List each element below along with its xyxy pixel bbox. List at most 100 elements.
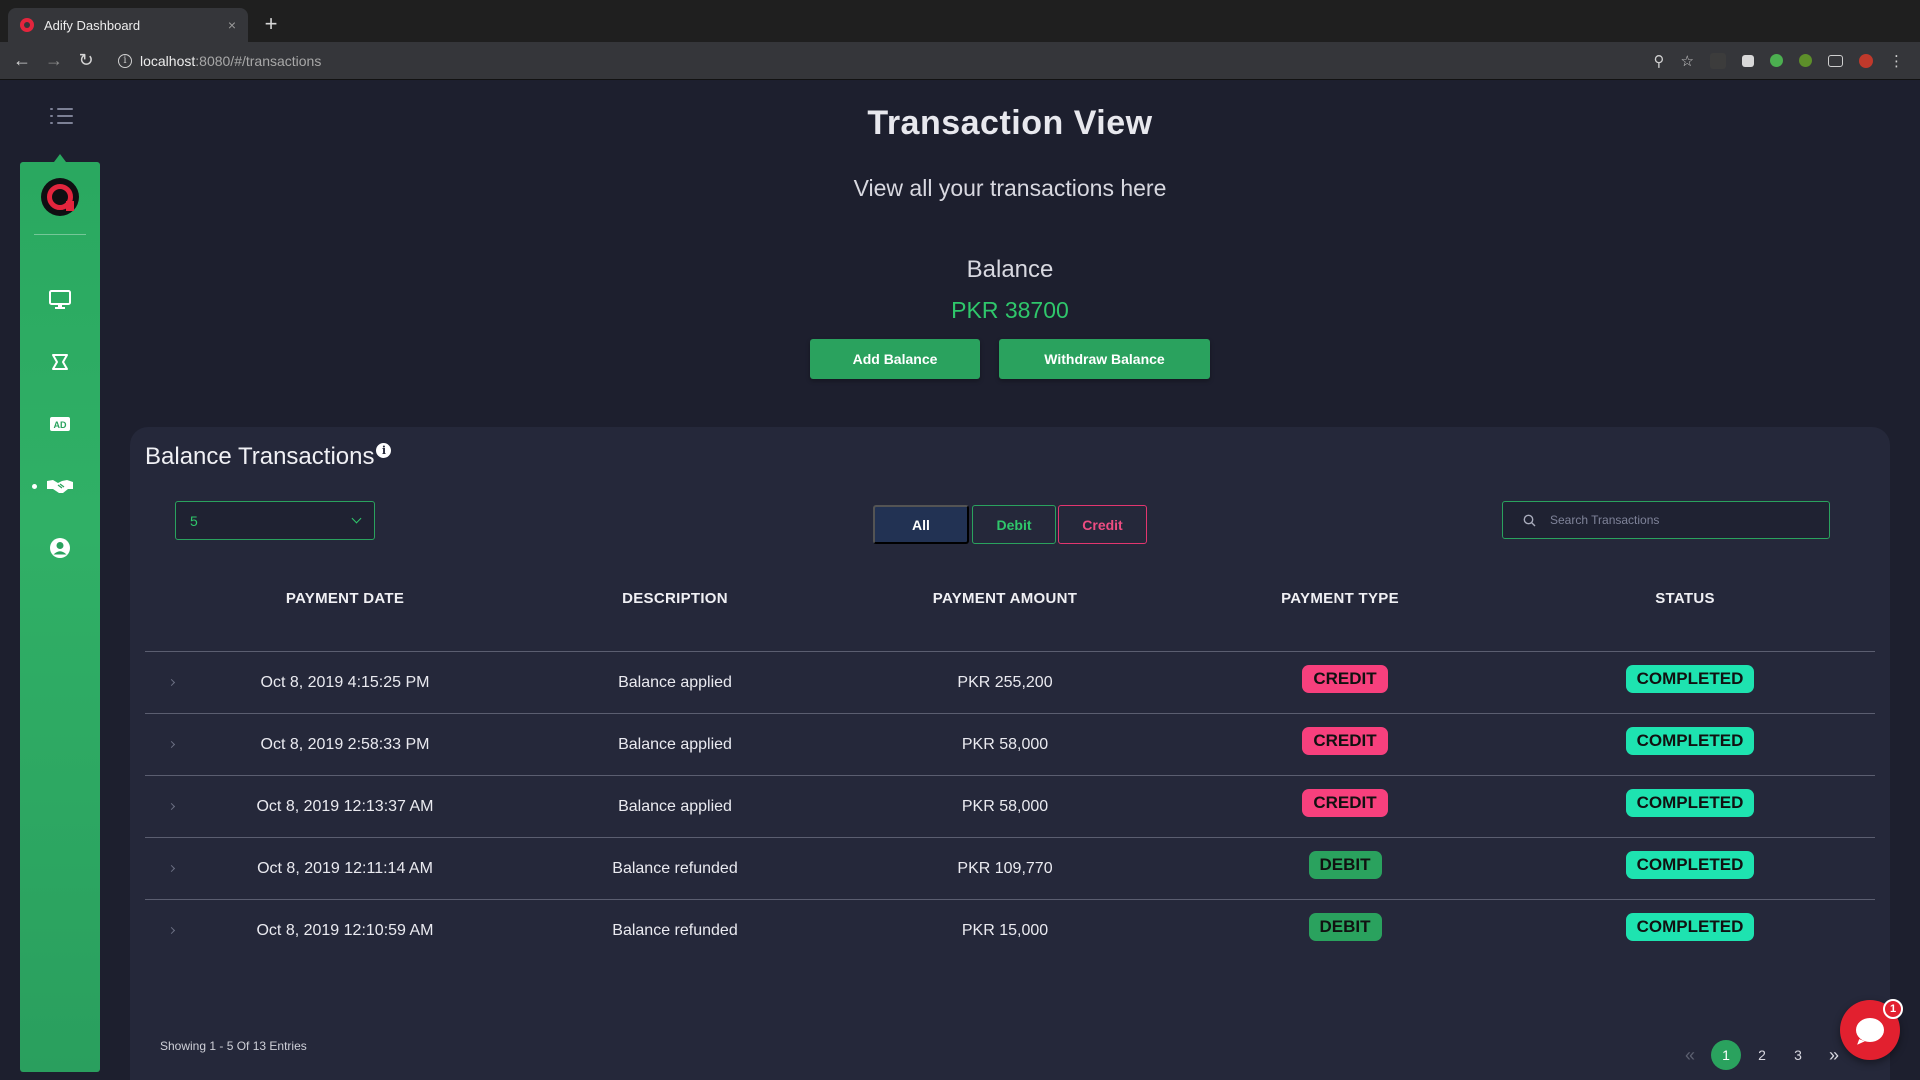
table-row[interactable]: Oct 8, 2019 2:58:33 PM Balance applied P… <box>145 714 1875 776</box>
cell-payment-amount: PKR 58,000 <box>961 798 1049 815</box>
status-badge: COMPLETED <box>1625 727 1755 755</box>
user-circle-icon <box>50 538 70 558</box>
cell-payment-date: Oct 8, 2019 12:13:37 AM <box>256 798 434 815</box>
adify-logo[interactable] <box>41 178 79 216</box>
filter-debit-button[interactable]: Debit <box>972 505 1056 544</box>
new-tab-button[interactable]: + <box>258 12 284 38</box>
page-size-select[interactable]: 5 <box>175 501 375 540</box>
withdraw-balance-button[interactable]: Withdraw Balance <box>999 339 1210 379</box>
cell-payment-amount: PKR 15,000 <box>961 922 1049 939</box>
star-icon[interactable]: ☆ <box>1681 52 1694 70</box>
status-badge: COMPLETED <box>1625 913 1755 941</box>
sidebar: AD <box>20 154 100 1072</box>
extension-icon[interactable] <box>1742 54 1754 67</box>
table-row[interactable]: Oct 8, 2019 12:10:59 AM Balance refunded… <box>145 900 1875 962</box>
column-header-payment-amount[interactable]: PAYMENT AMOUNT <box>855 590 1155 607</box>
page-title: Transaction View <box>867 104 1153 142</box>
svg-text:AD: AD <box>54 420 67 430</box>
key-icon[interactable]: ⚲ <box>1654 52 1665 70</box>
card-title: Balance Transactions i <box>145 443 392 471</box>
balance-label: Balance <box>966 256 1054 283</box>
extension-icon[interactable] <box>1799 54 1812 67</box>
cell-payment-amount: PKR 109,770 <box>957 860 1053 877</box>
url-path: :8080/#/transactions <box>195 52 322 69</box>
table-row[interactable]: Oct 8, 2019 12:13:37 AM Balance applied … <box>145 776 1875 838</box>
chevron-down-icon <box>351 513 362 524</box>
search-box <box>1502 501 1830 539</box>
toolbar-actions: ⚲ ☆ ⋮ <box>1654 52 1920 70</box>
table-row[interactable]: Oct 8, 2019 12:11:14 AM Balance refunded… <box>145 838 1875 900</box>
profile-extension-icon[interactable] <box>1859 53 1873 68</box>
browser-tab[interactable]: Adify Dashboard × <box>8 8 248 42</box>
pagination-page-2[interactable]: 2 <box>1747 1040 1777 1070</box>
cast-icon[interactable] <box>1828 54 1843 67</box>
sidebar-item-dashboard[interactable] <box>20 280 100 320</box>
handshake-icon <box>47 480 73 493</box>
extension-icon[interactable] <box>1710 52 1726 69</box>
browser-tabstrip: Adify Dashboard × + <box>0 0 1920 42</box>
column-header-payment-date[interactable]: PAYMENT DATE <box>195 590 495 607</box>
reload-icon[interactable]: ↻ <box>70 50 102 71</box>
url-host: localhost <box>140 52 196 69</box>
status-badge: COMPLETED <box>1625 789 1755 817</box>
info-icon[interactable]: i <box>376 443 392 458</box>
cell-payment-date: Oct 8, 2019 12:10:59 AM <box>256 922 434 939</box>
sidebar-item-profile[interactable] <box>20 528 100 568</box>
chat-icon <box>1856 1018 1884 1042</box>
filter-credit-button[interactable]: Credit <box>1058 505 1147 544</box>
pagination-page-1[interactable]: 1 <box>1711 1040 1741 1070</box>
table-header: PAYMENT DATE DESCRIPTION PAYMENT AMOUNT … <box>145 590 1875 618</box>
cell-payment-date: Oct 8, 2019 4:15:25 PM <box>260 674 430 691</box>
cell-payment-amount: PKR 58,000 <box>961 736 1049 753</box>
extension-icon[interactable] <box>1770 54 1783 67</box>
payment-type-badge: DEBIT <box>1308 851 1382 879</box>
payment-type-badge: CREDIT <box>1302 665 1388 693</box>
sidebar-item-ads[interactable]: AD <box>20 404 100 444</box>
cell-payment-date: Oct 8, 2019 12:11:14 AM <box>257 860 433 877</box>
site-info-icon[interactable]: i <box>118 53 132 68</box>
forward-icon[interactable]: → <box>38 50 70 71</box>
payment-type-badge: CREDIT <box>1302 789 1388 817</box>
sidebar-item-transactions[interactable] <box>20 466 100 506</box>
payment-type-badge: CREDIT <box>1302 727 1388 755</box>
address-bar[interactable]: i localhost:8080/#/transactions <box>110 47 1590 75</box>
page-size-value: 5 <box>190 512 198 529</box>
chevron-right-icon[interactable] <box>167 864 176 873</box>
active-indicator <box>32 484 37 489</box>
cell-description: Balance refunded <box>612 922 738 939</box>
entries-summary: Showing 1 - 5 Of 13 Entries <box>160 1039 307 1053</box>
sidebar-item-campaigns[interactable] <box>20 342 100 382</box>
table-row[interactable]: Oct 8, 2019 4:15:25 PM Balance applied P… <box>145 652 1875 714</box>
pagination: « 1 2 3 » <box>1675 1040 1855 1070</box>
chevron-right-icon[interactable] <box>167 678 176 687</box>
menu-list-icon[interactable] <box>50 106 74 126</box>
page-subtitle: View all your transactions here <box>853 175 1167 201</box>
cell-description: Balance refunded <box>612 860 738 877</box>
balance-transactions-card: Balance Transactions i 5 All Debit Credit… <box>130 427 1890 1080</box>
payment-type-badge: DEBIT <box>1308 913 1382 941</box>
status-badge: COMPLETED <box>1625 851 1755 879</box>
adify-favicon-icon <box>20 18 34 32</box>
cell-description: Balance applied <box>618 736 732 753</box>
card-title-text: Balance Transactions <box>145 443 375 470</box>
cell-payment-amount: PKR 255,200 <box>957 674 1053 691</box>
column-header-status[interactable]: STATUS <box>1535 590 1835 607</box>
chevron-right-icon[interactable] <box>167 926 176 935</box>
chevron-right-icon[interactable] <box>167 740 176 749</box>
add-balance-button[interactable]: Add Balance <box>810 339 980 379</box>
sidebar-divider <box>34 234 86 235</box>
cell-payment-date: Oct 8, 2019 2:58:33 PM <box>260 736 430 753</box>
tab-close-icon[interactable]: × <box>228 17 236 33</box>
menu-dots-icon[interactable]: ⋮ <box>1889 52 1904 70</box>
filter-all-button[interactable]: All <box>873 505 969 544</box>
browser-toolbar: ← → ↻ i localhost:8080/#/transactions ⚲ … <box>0 42 1920 80</box>
pagination-page-3[interactable]: 3 <box>1783 1040 1813 1070</box>
back-icon[interactable]: ← <box>6 50 38 71</box>
ad-icon: AD <box>50 417 70 431</box>
pagination-prev-icon[interactable]: « <box>1675 1040 1705 1070</box>
column-header-payment-type[interactable]: PAYMENT TYPE <box>1190 590 1490 607</box>
chevron-right-icon[interactable] <box>167 802 176 811</box>
search-input[interactable] <box>1550 513 1810 527</box>
column-header-description[interactable]: DESCRIPTION <box>525 590 825 607</box>
cell-description: Balance applied <box>618 798 732 815</box>
